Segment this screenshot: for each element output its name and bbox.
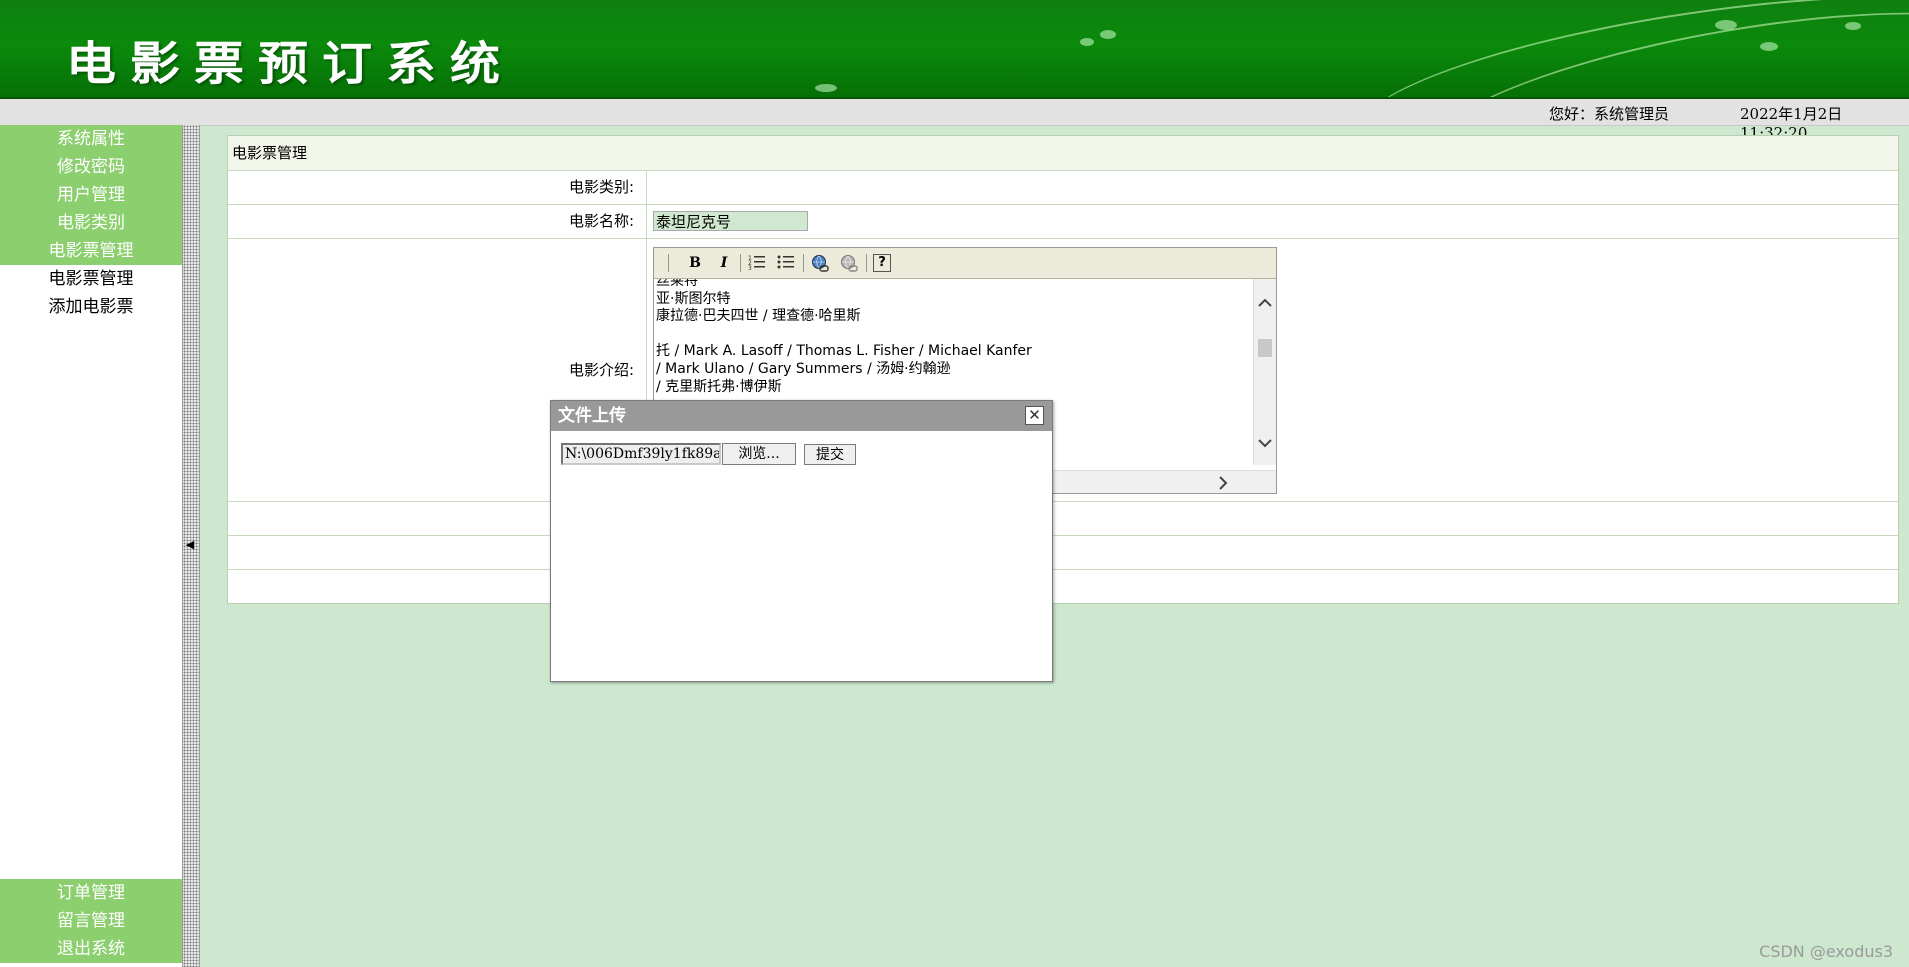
empty-row [228, 502, 1898, 536]
svg-text:3: 3 [748, 265, 752, 270]
banner-decoration [815, 84, 837, 92]
intro-row: 电影介绍: B I 123 ? 丝莱特 亚·斯图尔特 康拉德·巴夫四世 / 理查… [228, 239, 1898, 502]
browse-button[interactable]: 浏览... [722, 443, 796, 465]
toolbar-separator [803, 254, 804, 272]
editor-line: 丝莱特 [656, 279, 698, 289]
empty-row [228, 536, 1898, 570]
status-bar: 您好：系统管理员 2022年1月2日 11:32:20 [0, 99, 1909, 142]
sidebar-item-movie-category[interactable]: 电影类别 [0, 209, 182, 237]
name-row: 电影名称: [228, 205, 1898, 239]
editor-line: 亚·斯图尔特 [656, 290, 731, 307]
file-upload-dialog: 文件上传 ✕ N:\006Dmf39ly1fk89ag1 浏览... 提交 [550, 400, 1053, 682]
toolbar-separator [866, 254, 867, 272]
sidebar-bottom-menu: 订单管理 留言管理 退出系统 [0, 879, 182, 963]
category-row: 电影类别: [228, 171, 1898, 205]
banner-decoration [1100, 30, 1116, 39]
app-banner: 电影票预订系统 [0, 0, 1909, 99]
unordered-list-icon[interactable] [776, 254, 796, 272]
sidebar-item-change-password[interactable]: 修改密码 [0, 153, 182, 181]
editor-vertical-scrollbar[interactable] [1253, 279, 1276, 465]
toolbar-separator [740, 254, 741, 272]
editor-line: / 克里斯托弗·博伊斯 [656, 378, 782, 395]
bold-icon[interactable]: B [685, 254, 705, 272]
scrollbar-thumb[interactable] [1258, 339, 1272, 357]
ordered-list-icon[interactable]: 123 [747, 254, 767, 272]
toolbar-separator [668, 254, 669, 272]
dialog-title: 文件上传 [558, 406, 626, 426]
sidebar-item-system-properties[interactable]: 系统属性 [0, 125, 182, 153]
close-icon[interactable]: ✕ [1025, 406, 1044, 425]
app-title: 电影票预订系统 [66, 36, 514, 91]
editor-line: / Mark Ulano / Gary Summers / 汤姆·约翰逊 [656, 360, 951, 377]
movie-name-input[interactable] [653, 211, 808, 231]
sidebar-submenu: 电影票管理 添加电影票 [0, 265, 182, 321]
insert-link-icon[interactable] [810, 254, 830, 272]
banner-decoration [1080, 38, 1094, 46]
sidebar: 系统属性 修改密码 用户管理 电影类别 电影票管理 电影票管理 添加电影票 订单… [0, 125, 182, 967]
italic-icon[interactable]: I [714, 254, 734, 272]
sidebar-item-message-management[interactable]: 留言管理 [0, 907, 182, 935]
remove-link-icon[interactable] [839, 254, 859, 272]
scroll-down-icon[interactable] [1258, 433, 1272, 452]
scroll-right-icon[interactable] [1218, 475, 1228, 494]
dialog-titlebar[interactable]: 文件上传 ✕ [551, 401, 1052, 431]
sidebar-top-menu: 系统属性 修改密码 用户管理 电影类别 电影票管理 [0, 125, 182, 265]
submenu-item-add-ticket[interactable]: 添加电影票 [0, 293, 182, 321]
sidebar-item-order-management[interactable]: 订单管理 [0, 879, 182, 907]
watermark: CSDN @exodus3 [1759, 942, 1893, 961]
user-greeting: 您好：系统管理员 [1549, 105, 1670, 123]
submit-button[interactable]: 提交 [804, 444, 856, 465]
category-label: 电影类别: [228, 171, 647, 204]
sidebar-item-user-management[interactable]: 用户管理 [0, 181, 182, 209]
editor-line: 康拉德·巴夫四世 / 理查德·哈里斯 [656, 308, 861, 325]
scroll-up-icon[interactable] [1258, 293, 1272, 312]
empty-row [228, 570, 1898, 603]
editor-line: 托 / Mark A. Lasoff / Thomas L. Fisher / … [656, 343, 1032, 360]
sidebar-item-logout[interactable]: 退出系统 [0, 935, 182, 963]
editor-toolbar: B I 123 ? [654, 248, 1276, 279]
sidebar-item-ticket-management[interactable]: 电影票管理 [0, 237, 182, 265]
form-heading: 电影票管理 [228, 136, 1898, 171]
category-field[interactable] [647, 171, 1898, 204]
collapse-arrow-icon[interactable]: ◀ [185, 538, 195, 552]
ticket-form: 电影票管理 电影类别: 电影名称: 电影介绍: B I 123 [227, 135, 1899, 604]
file-path-input[interactable]: N:\006Dmf39ly1fk89ag1 [561, 443, 721, 465]
help-icon[interactable]: ? [873, 254, 891, 272]
name-label: 电影名称: [228, 205, 647, 238]
submenu-item-ticket-management[interactable]: 电影票管理 [0, 265, 182, 293]
